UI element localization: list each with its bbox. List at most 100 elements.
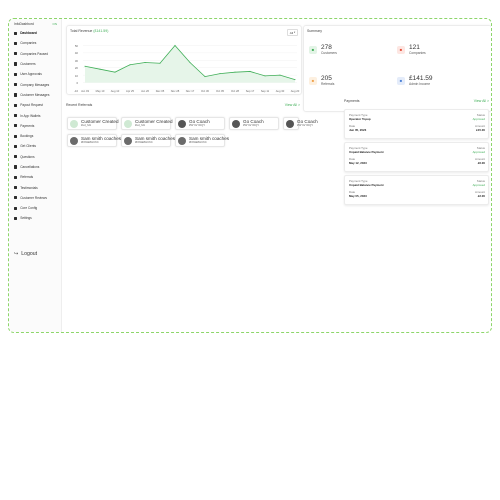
data-point[interactable] — [114, 71, 116, 73]
data-point[interactable] — [129, 64, 131, 66]
payment-card[interactable]: Payment Type Status Operator Topup Approved… — [344, 109, 489, 139]
sidebar-item-label: Bookings — [20, 134, 34, 139]
payments-view-all-link[interactable]: View All > — [474, 99, 489, 103]
revenue-title-value: (£141.59) — [93, 29, 109, 33]
data-point[interactable] — [249, 70, 251, 72]
referrals-view-all-link[interactable]: View All > — [285, 103, 300, 107]
revenue-chart-plot — [83, 44, 297, 90]
status-badge: Approved — [472, 150, 485, 154]
sidebar-item-label: Cancellations — [20, 165, 40, 169]
referral-tile[interactable]: Customer Created #sd_fd1 — [67, 117, 119, 130]
payment-amount: £6.00 — [477, 161, 485, 165]
sidebar-item-user-approvals[interactable]: User Approvals — [9, 69, 61, 79]
logout-icon: ↪ — [14, 251, 19, 257]
sidebar-item-core-config[interactable]: Core Config — [9, 203, 61, 213]
summary-stat-customers[interactable]: ■ 278 Customers — [309, 44, 337, 55]
data-point[interactable] — [144, 62, 146, 64]
sidebar-item-companies[interactable]: Companies — [9, 38, 61, 48]
sidebar-item-customer-reviews[interactable]: Customer Reviews — [9, 193, 61, 203]
payment-amount: £15.00 — [476, 128, 485, 132]
income-icon: ■ — [397, 76, 405, 85]
sidebar-item-bookings[interactable]: Bookings — [9, 131, 61, 141]
sidebar-item-label: Companies — [20, 41, 37, 46]
sidebar-item-in-app-wallets[interactable]: In App Wallets — [9, 110, 61, 120]
data-point[interactable] — [174, 44, 176, 46]
question-icon — [14, 155, 18, 159]
recent-referrals-section: Recent Referrals View All > Customer Cre… — [66, 101, 318, 157]
payment-date: May 12, 2023 — [349, 161, 367, 165]
brand-badge: ON — [52, 22, 58, 26]
referral-tile[interactable]: Customer Created #sd_fd1 — [121, 117, 173, 130]
x-tick-label: May 10 — [95, 90, 105, 93]
logout-button[interactable]: ↪ Logout — [14, 251, 37, 257]
data-point[interactable] — [219, 73, 221, 75]
x-tick-label: Aug 30 — [275, 90, 285, 93]
sidebar-item-dashboard[interactable]: Dashboard — [9, 28, 61, 38]
sidebar-item-customer-messages[interactable]: Customer Messages — [9, 90, 61, 100]
brand-name[interactable]: InfoDashbord — [14, 22, 34, 26]
data-point[interactable] — [99, 68, 101, 70]
data-point[interactable] — [159, 62, 161, 64]
sidebar-menu: Dashboard Companies Companies Paused Custom… — [9, 28, 61, 224]
payments-section: Payments View All > Payment Type Status Op… — [344, 97, 489, 237]
referral-tile[interactable]: Go Coach #WYGYDQY — [175, 117, 225, 130]
app-window: InfoDashbord ON Dashboard Companies Compan… — [8, 18, 492, 333]
sidebar-item-label: Testimonials — [20, 185, 38, 190]
share-icon: ■ — [309, 76, 317, 85]
config-icon — [14, 206, 18, 210]
stat-value: 205 — [321, 75, 332, 82]
referral-code: #WYGYDQY — [243, 123, 260, 128]
referral-tile[interactable]: Sam smith coaches #F8AE8HC6C — [121, 134, 175, 147]
sidebar-item-label: Core Config — [20, 206, 38, 211]
stat-value: 278 — [321, 44, 332, 51]
payment-card[interactable]: Payment Type Status Unpaid Balance Payment… — [344, 142, 489, 172]
summary-stat-referrals[interactable]: ■ 205 Referrals — [309, 75, 334, 86]
sidebar-item-label: Customer Reviews — [20, 195, 47, 200]
sidebar-item-testimonials[interactable]: Testimonials — [9, 182, 61, 192]
revenue-title-label: Total Revenue — [70, 29, 93, 33]
calendar-icon — [14, 134, 18, 138]
sidebar-item-payments[interactable]: Payments — [9, 121, 61, 131]
data-point[interactable] — [234, 71, 236, 73]
revenue-filter-dropdown[interactable]: All ▾ — [287, 29, 298, 36]
payment-card[interactable]: Payment Type Status Unpaid Balance Payment… — [344, 175, 489, 205]
avatar-icon — [70, 119, 78, 128]
sidebar-item-referrals[interactable]: Referrals — [9, 172, 61, 182]
referral-tile[interactable]: Go Coach #WYGYDQY — [283, 117, 318, 130]
message-icon — [14, 83, 18, 87]
sidebar-item-get-clients[interactable]: Get Clients — [9, 141, 61, 151]
summary-stat-admin-income[interactable]: ■ £141.59 Admin Income — [397, 75, 433, 86]
referral-tile[interactable]: Sam smith coaches #F8AE8HC6C — [67, 134, 121, 147]
data-point[interactable] — [204, 76, 206, 78]
sidebar-item-customers[interactable]: Customers — [9, 59, 61, 69]
data-point[interactable] — [264, 75, 266, 77]
sidebar-item-payout-request[interactable]: Payout Request — [9, 100, 61, 110]
referral-code: #F8AE8HC6C — [81, 140, 99, 145]
payment-amount: £2.00 — [477, 194, 485, 198]
sidebar-item-label: Dashboard — [20, 31, 37, 36]
data-point[interactable] — [84, 65, 86, 67]
referrals-header: Recent Referrals View All > — [66, 103, 300, 107]
summary-stat-companies[interactable]: ■ 121 Companies — [397, 44, 426, 55]
logout-label: Logout — [21, 251, 38, 257]
referral-tile[interactable]: Go Coach #WYGYDQY — [229, 117, 279, 130]
payment-type-value: Unpaid Balance Payment — [349, 183, 384, 187]
building-icon: ■ — [397, 45, 405, 54]
data-point[interactable] — [294, 79, 296, 81]
y-tick-label: 50 — [74, 43, 78, 48]
sidebar-item-cancellations[interactable]: Cancellations — [9, 162, 61, 172]
payment-type-value: Unpaid Balance Payment — [349, 150, 384, 154]
data-point[interactable] — [279, 74, 281, 76]
sidebar-item-settings[interactable]: Settings — [9, 213, 61, 223]
sidebar-item-company-messages[interactable]: Company Messages — [9, 79, 61, 89]
referral-code: #sd_fd1 — [135, 123, 145, 128]
data-point[interactable] — [189, 62, 191, 64]
sidebar-item-questions[interactable]: Questions — [9, 152, 61, 162]
y-tick-label: 20 — [74, 66, 78, 71]
sidebar-item-companies-paused[interactable]: Companies Paused — [9, 49, 61, 59]
avatar-icon — [178, 136, 186, 145]
chat-icon — [14, 93, 18, 97]
status-badge: Approved — [472, 117, 485, 121]
y-tick-label: 0 — [76, 81, 78, 86]
referral-tile[interactable]: Sam smith coaches #F8AE8HC6C — [175, 134, 229, 147]
